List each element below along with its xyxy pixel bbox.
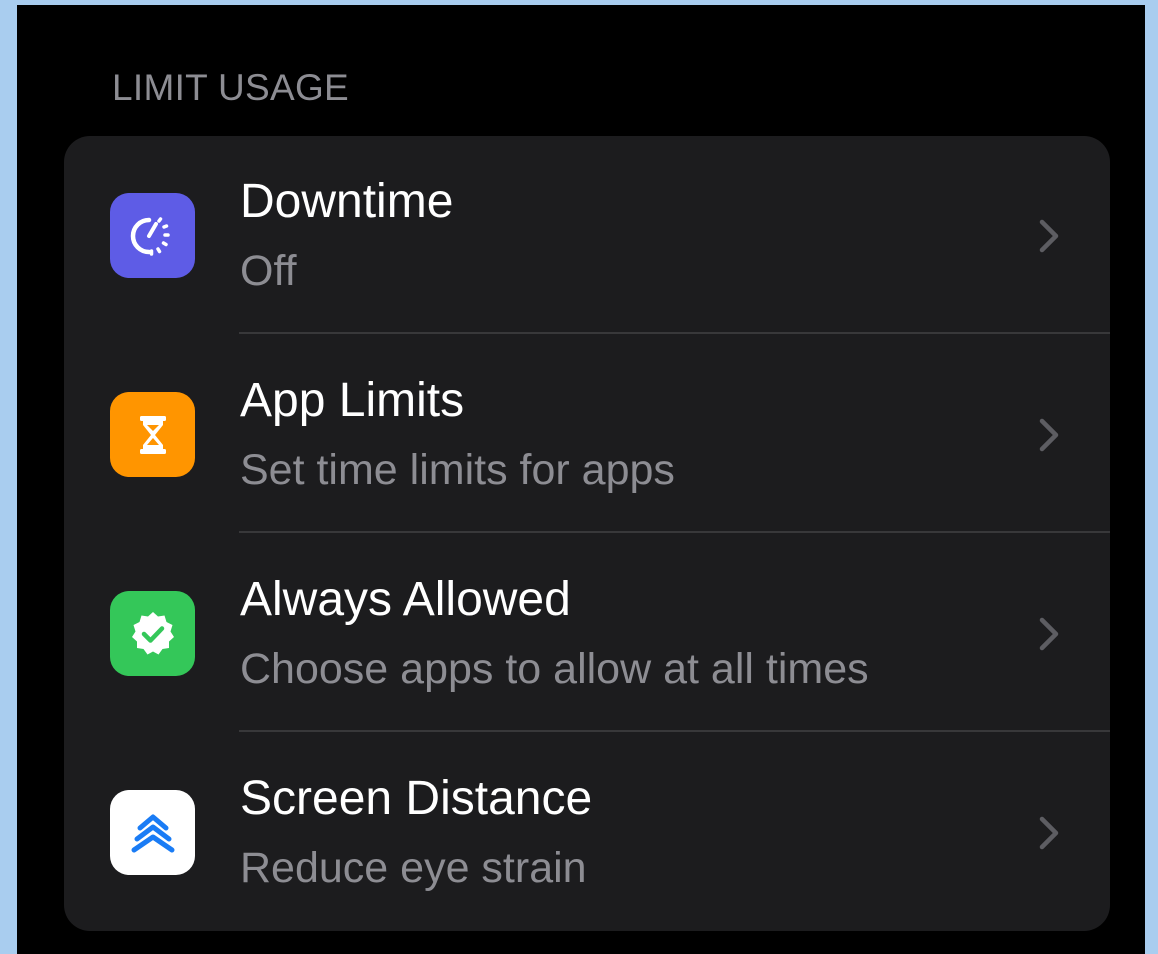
checkmark-seal-icon (110, 591, 195, 676)
hourglass-icon (110, 392, 195, 477)
downtime-title: Downtime (240, 175, 454, 228)
app-limits-title: App Limits (240, 374, 465, 427)
always-allowed-row[interactable]: Always Allowed Choose apps to allow at a… (64, 534, 1110, 732)
screen-distance-subtitle: Reduce eye strain (240, 844, 587, 892)
screen-distance-row[interactable]: Screen Distance Reduce eye strain (64, 733, 1110, 931)
chevron-right-icon (1039, 617, 1059, 651)
screen-distance-title: Screen Distance (240, 772, 593, 825)
always-allowed-title: Always Allowed (240, 573, 571, 626)
downtime-icon (110, 193, 195, 278)
app-limits-row[interactable]: App Limits Set time limits for apps (64, 335, 1110, 533)
section-header: LIMIT USAGE (112, 67, 350, 108)
app-limits-subtitle: Set time limits for apps (240, 446, 675, 494)
row-divider (239, 730, 1110, 732)
chevron-right-icon (1039, 816, 1059, 850)
chevrons-up-icon (110, 790, 195, 875)
chevron-right-icon (1039, 418, 1059, 452)
screen-time-settings: LIMIT USAGE Downtime Off App Limits Set … (17, 5, 1145, 954)
row-divider (239, 332, 1110, 334)
downtime-row[interactable]: Downtime Off (64, 136, 1110, 334)
chevron-right-icon (1039, 219, 1059, 253)
limit-usage-group: Downtime Off App Limits Set time limits … (64, 136, 1110, 931)
downtime-status: Off (240, 247, 297, 295)
always-allowed-subtitle: Choose apps to allow at all times (240, 645, 869, 693)
row-divider (239, 531, 1110, 533)
